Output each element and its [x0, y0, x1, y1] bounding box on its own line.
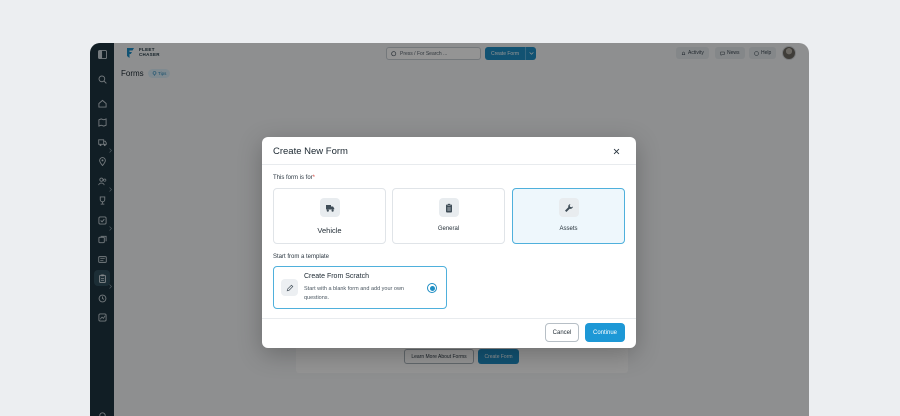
pencil-icon — [286, 284, 293, 291]
option-general-label: General — [437, 226, 460, 232]
required-mark: * — [312, 175, 316, 181]
wrench-icon — [564, 203, 573, 212]
form-for-text: This form is for — [273, 175, 313, 181]
option-vehicle-label: Vehicle — [317, 226, 342, 235]
radio-selected-dot — [429, 285, 435, 291]
option-vehicle[interactable]: Vehicle — [273, 188, 386, 244]
modal-title: Create New Form — [273, 146, 348, 157]
option-general[interactable]: General — [392, 188, 505, 244]
template-create-from-scratch[interactable]: Create From Scratch Start with a blank f… — [273, 266, 447, 309]
template-description: Start with a blank form and add your own… — [304, 286, 404, 301]
clipboard-icon — [445, 202, 452, 212]
option-assets[interactable]: Assets — [512, 188, 625, 244]
form-for-label: This form is for* — [273, 175, 315, 181]
close-icon — [613, 148, 619, 154]
continue-button[interactable]: Continue — [585, 323, 625, 342]
close-button[interactable] — [611, 146, 621, 156]
vehicle-icon — [325, 204, 334, 212]
template-radio[interactable] — [427, 283, 437, 293]
cancel-button[interactable]: Cancel — [545, 323, 579, 342]
create-form-modal: Create New Form This form is for* Vehicl… — [262, 137, 636, 348]
modal-footer: Cancel Continue — [262, 318, 636, 348]
option-assets-label: Assets — [559, 226, 578, 232]
template-title: Create From Scratch — [304, 273, 369, 280]
modal-header: Create New Form — [262, 137, 636, 165]
template-label: Start from a template — [273, 254, 330, 260]
